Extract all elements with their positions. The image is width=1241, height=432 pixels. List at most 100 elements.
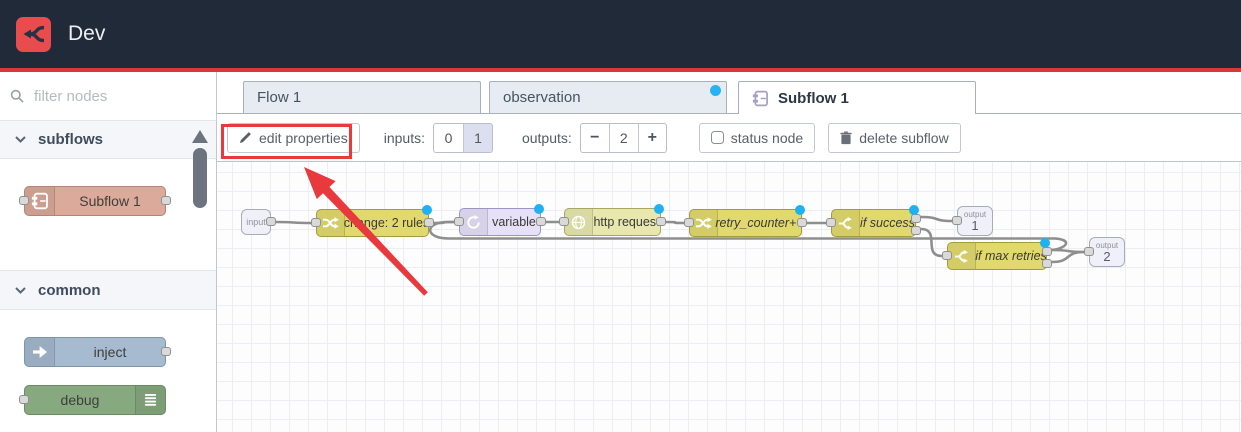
tab-observation[interactable]: observation	[489, 81, 727, 113]
port[interactable]	[942, 251, 952, 260]
port[interactable]	[911, 225, 921, 235]
node-modified-dot	[795, 205, 805, 215]
port[interactable]	[536, 217, 546, 226]
edit-properties-button[interactable]: edit properties	[227, 122, 360, 153]
palette-scrollbar-thumb[interactable]	[193, 148, 207, 208]
pencil-icon	[239, 131, 252, 144]
node-modified-dot	[534, 204, 544, 214]
palette-category-subflows[interactable]: subflows	[0, 120, 216, 159]
modified-indicator	[710, 85, 721, 96]
port[interactable]	[311, 218, 321, 227]
node-label: change: 2 rules	[343, 216, 430, 230]
node-modified-dot	[654, 204, 664, 214]
port[interactable]	[424, 218, 434, 227]
port[interactable]	[19, 196, 29, 205]
flow-node-http[interactable]: http request	[559, 204, 666, 236]
flow-canvas[interactable]: input change: 2 rules variable http request…	[217, 162, 1241, 432]
node-red-logo-icon	[16, 16, 51, 52]
globe-icon	[565, 209, 593, 235]
app-header: Dev	[0, 0, 1241, 68]
flow-node-ifsuccess[interactable]: if success	[826, 205, 921, 237]
timer-icon	[460, 209, 488, 235]
category-label: subflows	[38, 131, 104, 148]
palette-filter	[0, 72, 216, 120]
node-palette: subflows Subflow 1 common injectdebugcom…	[0, 72, 217, 432]
port[interactable]	[797, 218, 807, 227]
flow-node-retry[interactable]: retry_counter++	[684, 205, 807, 237]
port[interactable]	[656, 217, 666, 226]
inputs-option-1[interactable]: 1	[462, 123, 492, 152]
outputs-label: outputs:	[521, 129, 572, 146]
palette-scroll-up-arrow[interactable]	[192, 130, 208, 143]
palette-zone-common: injectdebugcomplete	[0, 337, 216, 432]
port[interactable]	[684, 218, 694, 227]
flow-node-variable[interactable]: variable	[454, 204, 546, 236]
pin-label: input	[246, 217, 266, 227]
port[interactable]	[454, 217, 464, 226]
node-label: http request	[593, 215, 660, 229]
node-label: debug	[60, 392, 100, 408]
search-icon	[10, 89, 24, 103]
chevron-down-icon	[15, 136, 26, 143]
palette-node-inject[interactable]: inject	[24, 337, 171, 367]
node-label: variable	[492, 215, 536, 229]
flow-node-ifmax[interactable]: if max retries	[942, 238, 1052, 270]
tab-subflow-1[interactable]: Subflow 1	[738, 81, 976, 114]
outputs-stepper: − 2 +	[579, 122, 667, 153]
node-label: Subflow 1	[79, 193, 141, 209]
switch-icon	[832, 210, 860, 236]
tab-label: Subflow 1	[778, 89, 849, 107]
subflow-icon	[25, 187, 55, 215]
port[interactable]	[266, 217, 276, 226]
node-label: if success	[860, 216, 915, 230]
port[interactable]	[1084, 247, 1094, 256]
flow-node-change[interactable]: change: 2 rules	[311, 205, 434, 237]
nodes-layer: input change: 2 rules variable http request…	[217, 162, 1241, 432]
shuffle-icon	[317, 210, 345, 236]
subflow-toolbar: edit properties inputs: 0 1 outputs: − 2…	[217, 114, 1241, 162]
inputs-toggle: 0 1	[432, 122, 493, 153]
shuffle-icon	[690, 210, 718, 236]
node-modified-dot	[422, 205, 432, 215]
pin-number: 2	[1103, 248, 1111, 264]
node-label: if max retries	[975, 249, 1047, 263]
tab-flow-1[interactable]: Flow 1	[243, 81, 481, 113]
flow-node-output1[interactable]: output 1	[952, 206, 993, 236]
node-modified-dot	[1040, 238, 1050, 248]
node-label: inject	[93, 344, 127, 360]
status-node-checkbox[interactable]	[710, 131, 724, 144]
port[interactable]	[826, 218, 836, 227]
flow-node-input[interactable]: input	[241, 209, 276, 235]
port[interactable]	[161, 347, 171, 356]
inputs-label: inputs:	[383, 129, 425, 146]
trash-icon	[840, 131, 852, 145]
outputs-increment-button[interactable]: +	[637, 123, 666, 152]
outputs-decrement-button[interactable]: −	[581, 124, 609, 152]
palette-node-subflow-1[interactable]: Subflow 1	[19, 186, 171, 216]
app-title: Dev	[68, 22, 106, 45]
switch-icon	[948, 243, 976, 269]
outputs-value: 2	[608, 123, 638, 152]
delete-subflow-button[interactable]: delete subflow	[828, 122, 961, 153]
workspace-tabbar: Flow 1 observation Subflow 1	[217, 72, 1241, 114]
chevron-down-icon	[15, 286, 26, 294]
port[interactable]	[19, 395, 29, 404]
inputs-option-0[interactable]: 0	[434, 124, 463, 152]
node-label: retry_counter++	[715, 216, 804, 230]
inject-arrow-icon	[25, 338, 55, 366]
tab-label: Flow 1	[257, 89, 302, 106]
filter-nodes-input[interactable]	[32, 86, 172, 106]
port[interactable]	[559, 217, 569, 226]
flow-node-output2[interactable]: output 2	[1084, 237, 1125, 267]
palette-node-debug[interactable]: debug	[19, 385, 166, 415]
category-label: common	[38, 281, 101, 299]
debug-lines-icon	[135, 386, 165, 414]
port[interactable]	[161, 196, 171, 205]
palette-category-common[interactable]: common	[0, 270, 216, 310]
node-modified-dot	[909, 205, 919, 215]
port[interactable]	[1042, 258, 1052, 268]
pin-number: 1	[971, 217, 979, 233]
subflow-icon	[752, 90, 769, 107]
status-node-button[interactable]: status node	[698, 122, 816, 153]
port[interactable]	[952, 216, 962, 225]
